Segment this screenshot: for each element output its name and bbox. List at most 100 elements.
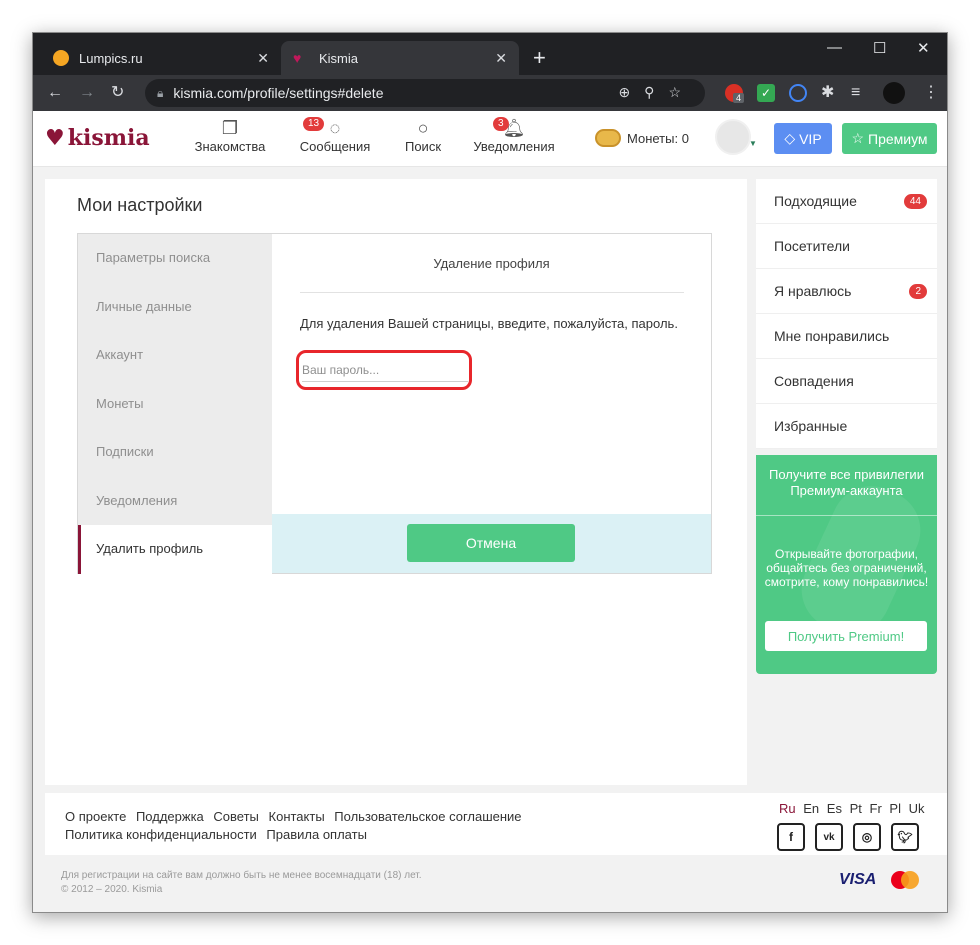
url-text: kismia.com/profile/settings#delete bbox=[173, 85, 384, 101]
star-icon: ☆ bbox=[851, 130, 864, 146]
sidebar-item-i-liked[interactable]: Мне понравились bbox=[756, 314, 937, 359]
promo-divider bbox=[756, 515, 937, 516]
delete-description: Для удаления Вашей страницы, введите, по… bbox=[300, 316, 678, 331]
right-sidebar: Подходящие 44 Посетители Я нравлюсь 2 Мн… bbox=[756, 179, 937, 449]
lang-uk[interactable]: Uk bbox=[909, 801, 925, 816]
extension-globe-icon[interactable] bbox=[789, 84, 807, 102]
lang-ru[interactable]: Ru bbox=[779, 801, 796, 816]
extension-badge: 4 bbox=[733, 93, 745, 103]
age-notice: Для регистрации на сайте вам должно быть… bbox=[61, 870, 422, 881]
zoom-icon[interactable]: ⚲ bbox=[644, 84, 668, 100]
sidebar-item-matches[interactable]: Совпадения bbox=[756, 359, 937, 404]
caret-down-icon[interactable]: ▼ bbox=[749, 139, 757, 148]
omnibox-actions: ⊕⚲☆ bbox=[618, 84, 695, 101]
settings-menu-coins[interactable]: Монеты bbox=[78, 380, 272, 429]
nav-search[interactable]: ○ Поиск bbox=[401, 117, 445, 154]
footer-link-contacts[interactable]: Контакты bbox=[269, 809, 325, 824]
password-input[interactable] bbox=[302, 358, 468, 382]
close-window-icon[interactable]: ✕ bbox=[917, 39, 930, 57]
lang-es[interactable]: Es bbox=[827, 801, 842, 816]
settings-menu-search-params[interactable]: Параметры поиска bbox=[78, 234, 272, 283]
user-avatar[interactable] bbox=[715, 119, 751, 155]
lang-en[interactable]: En bbox=[803, 801, 819, 816]
kismia-logo[interactable]: ♥ kismia bbox=[45, 125, 150, 151]
address-bar[interactable]: 🔒︎ kismia.com/profile/settings#delete ⊕⚲… bbox=[145, 79, 705, 107]
media-control-icon[interactable]: ≡ bbox=[851, 83, 860, 103]
profile-avatar-icon[interactable] bbox=[883, 82, 905, 104]
extension-check-icon[interactable]: ✓ bbox=[757, 84, 775, 102]
bookmark-star-icon[interactable]: ☆ bbox=[668, 84, 695, 100]
close-tab-icon[interactable]: ✕ bbox=[495, 50, 507, 67]
sidebar-item-favorites[interactable]: Избранные bbox=[756, 404, 937, 449]
minimize-icon[interactable]: — bbox=[827, 39, 842, 56]
reload-icon[interactable]: ↻ bbox=[111, 83, 124, 103]
footer-link-terms[interactable]: Пользовательское соглашение bbox=[334, 809, 521, 824]
twitter-icon[interactable]: 🐦︎ bbox=[891, 823, 919, 851]
get-premium-button[interactable]: Получить Premium! bbox=[765, 621, 927, 651]
logo-text: kismia bbox=[67, 125, 150, 151]
sidebar-item-liked-me[interactable]: Я нравлюсь 2 bbox=[756, 269, 937, 314]
browser-toolbar: ← → ↻ 🔒︎ kismia.com/profile/settings#del… bbox=[33, 75, 947, 111]
new-tab-button[interactable]: + bbox=[533, 45, 546, 71]
messages-badge: 13 bbox=[303, 117, 325, 131]
maximize-icon[interactable]: ☐ bbox=[873, 39, 886, 57]
bell-icon: 🔔︎ bbox=[502, 118, 526, 138]
cards-icon: ❐ bbox=[221, 118, 239, 138]
premium-button[interactable]: ☆ Премиум bbox=[842, 123, 937, 154]
lang-pt[interactable]: Pt bbox=[850, 801, 862, 816]
copyright: © 2012 – 2020. Kismia bbox=[61, 884, 163, 895]
facebook-icon[interactable]: f bbox=[777, 823, 805, 851]
coins-balance[interactable]: Монеты: 0 bbox=[595, 129, 689, 147]
footer-link-about[interactable]: О проекте bbox=[65, 809, 126, 824]
lang-pl[interactable]: Pl bbox=[889, 801, 901, 816]
add-icon[interactable]: ⊕ bbox=[618, 84, 644, 100]
nav-label: Уведомления bbox=[473, 139, 555, 154]
promo-heading: Получите все привилегии Премиум-аккаунта bbox=[769, 467, 924, 498]
mastercard-logo-icon bbox=[891, 871, 921, 889]
sidebar-item-matching[interactable]: Подходящие 44 bbox=[756, 179, 937, 224]
premium-label: Премиум bbox=[868, 130, 928, 147]
settings-menu-notifications[interactable]: Уведомления bbox=[78, 477, 272, 526]
sidebar-item-label: Подходящие bbox=[774, 193, 857, 209]
browser-window: Lumpics.ru ✕ ♥ Kismia ✕ + — ☐ ✕ ← → ↻ 🔒︎… bbox=[32, 32, 948, 913]
cancel-button[interactable]: Отмена bbox=[407, 524, 575, 562]
nav-label: Сообщения bbox=[299, 139, 371, 154]
extensions-puzzle-icon[interactable]: ✱ bbox=[821, 83, 834, 103]
sidebar-item-label: Мне понравились bbox=[774, 328, 890, 344]
footer-link-support[interactable]: Поддержка bbox=[136, 809, 204, 824]
nav-dating[interactable]: ❐ Знакомства bbox=[193, 117, 267, 154]
back-icon[interactable]: ← bbox=[47, 83, 63, 103]
site-header: ♥ kismia ❐ Знакомства ◌ Сообщения 13 ○ П… bbox=[33, 111, 947, 167]
settings-menu-subscriptions[interactable]: Подписки bbox=[78, 428, 272, 477]
divider bbox=[300, 292, 684, 293]
content-footer: Отмена bbox=[272, 514, 711, 573]
instagram-icon[interactable]: ◎ bbox=[853, 823, 881, 851]
settings-menu-account[interactable]: Аккаунт bbox=[78, 331, 272, 380]
footer-link-payment-rules[interactable]: Правила оплаты bbox=[266, 827, 367, 842]
vip-button[interactable]: ◇ VIP bbox=[774, 123, 832, 154]
sidebar-item-visitors[interactable]: Посетители bbox=[756, 224, 937, 269]
close-tab-icon[interactable]: ✕ bbox=[257, 50, 269, 67]
settings-menu-personal-data[interactable]: Личные данные bbox=[78, 283, 272, 332]
coins-icon bbox=[595, 129, 621, 147]
footer-link-tips[interactable]: Советы bbox=[213, 809, 258, 824]
settings-panel: Мои настройки Параметры поиска Личные да… bbox=[45, 179, 747, 785]
vk-icon[interactable]: vk bbox=[815, 823, 843, 851]
settings-menu: Параметры поиска Личные данные Аккаунт М… bbox=[78, 234, 272, 574]
settings-menu-delete-profile[interactable]: Удалить профиль bbox=[78, 525, 272, 574]
menu-dots-icon[interactable]: ⋮ bbox=[923, 83, 939, 103]
vip-label: VIP bbox=[799, 130, 822, 147]
sidebar-item-label: Совпадения bbox=[774, 373, 854, 389]
tab-kismia[interactable]: ♥ Kismia ✕ bbox=[281, 41, 519, 75]
sidebar-item-label: Я нравлюсь bbox=[774, 283, 852, 299]
count-badge: 2 bbox=[909, 284, 927, 299]
nav-notifications[interactable]: 🔔︎ Уведомления 3 bbox=[473, 117, 555, 154]
tab-lumpics[interactable]: Lumpics.ru ✕ bbox=[41, 41, 281, 75]
lang-fr[interactable]: Fr bbox=[870, 801, 882, 816]
footer-link-privacy[interactable]: Политика конфиденциальности bbox=[65, 827, 257, 842]
forward-icon[interactable]: → bbox=[79, 83, 95, 103]
visa-logo-icon: VISA bbox=[839, 871, 877, 888]
nav-messages[interactable]: ◌ Сообщения 13 bbox=[297, 117, 373, 154]
password-highlight bbox=[296, 350, 472, 390]
count-badge: 44 bbox=[903, 194, 927, 209]
